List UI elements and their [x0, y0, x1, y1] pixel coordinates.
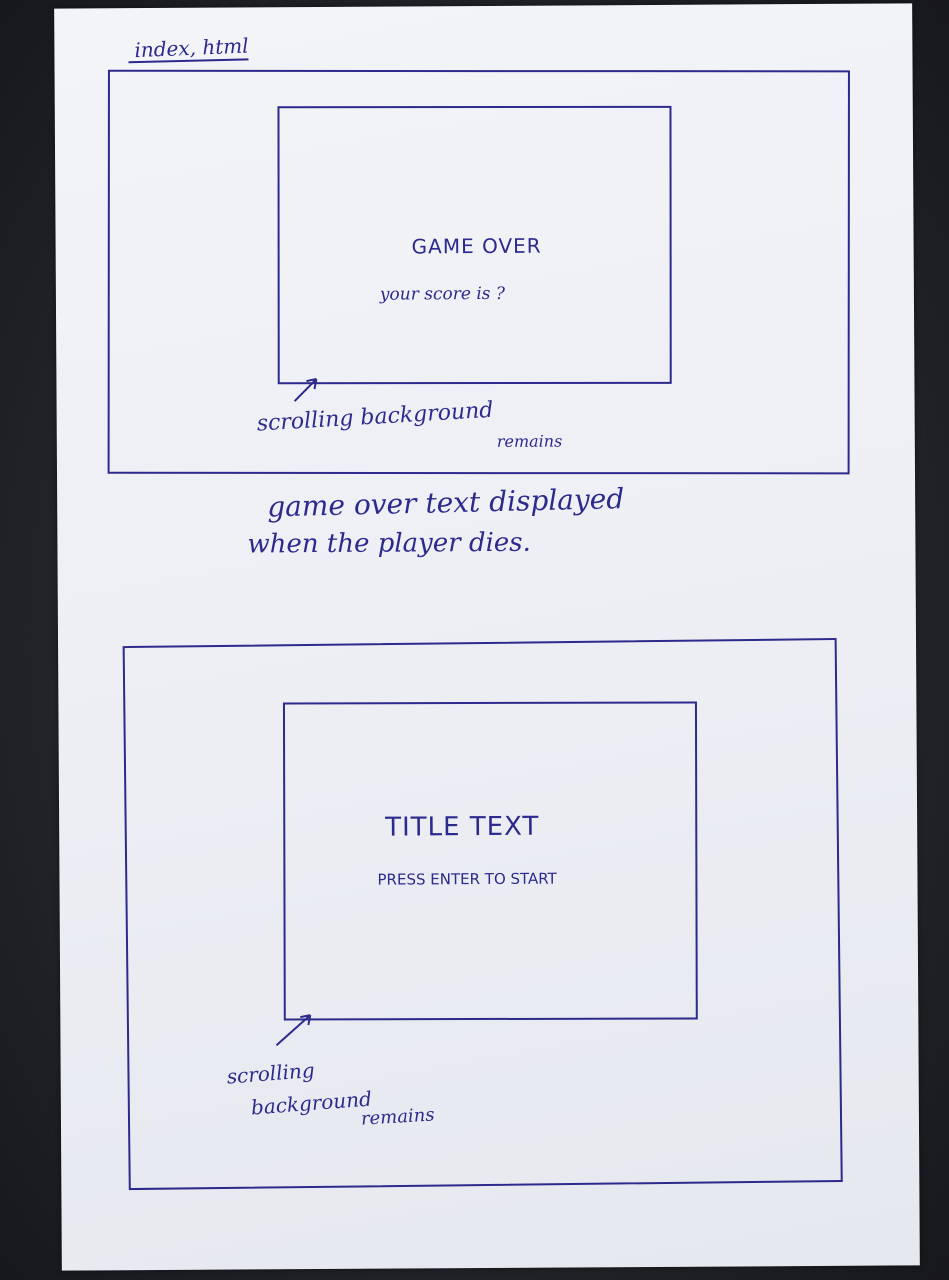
caption-line2: when the player dies. [247, 527, 531, 560]
score-line: your score is ? [379, 283, 506, 305]
annotation-arrow [275, 1014, 312, 1047]
title-annotation-line3: remains [360, 1104, 436, 1130]
caption-line1: game over text displayed [266, 482, 625, 524]
start-prompt: PRESS ENTER TO START [377, 869, 557, 889]
title-canvas-frame [282, 701, 698, 1021]
game-over-heading: GAME OVER [411, 233, 542, 259]
paper-sheet: index, html GAME OVER your score is ? sc… [54, 3, 920, 1271]
annotation-arrow [293, 378, 318, 402]
title-heading: TITLE TEXT [385, 811, 540, 843]
game-over-annotation-line2: remains [496, 431, 563, 451]
